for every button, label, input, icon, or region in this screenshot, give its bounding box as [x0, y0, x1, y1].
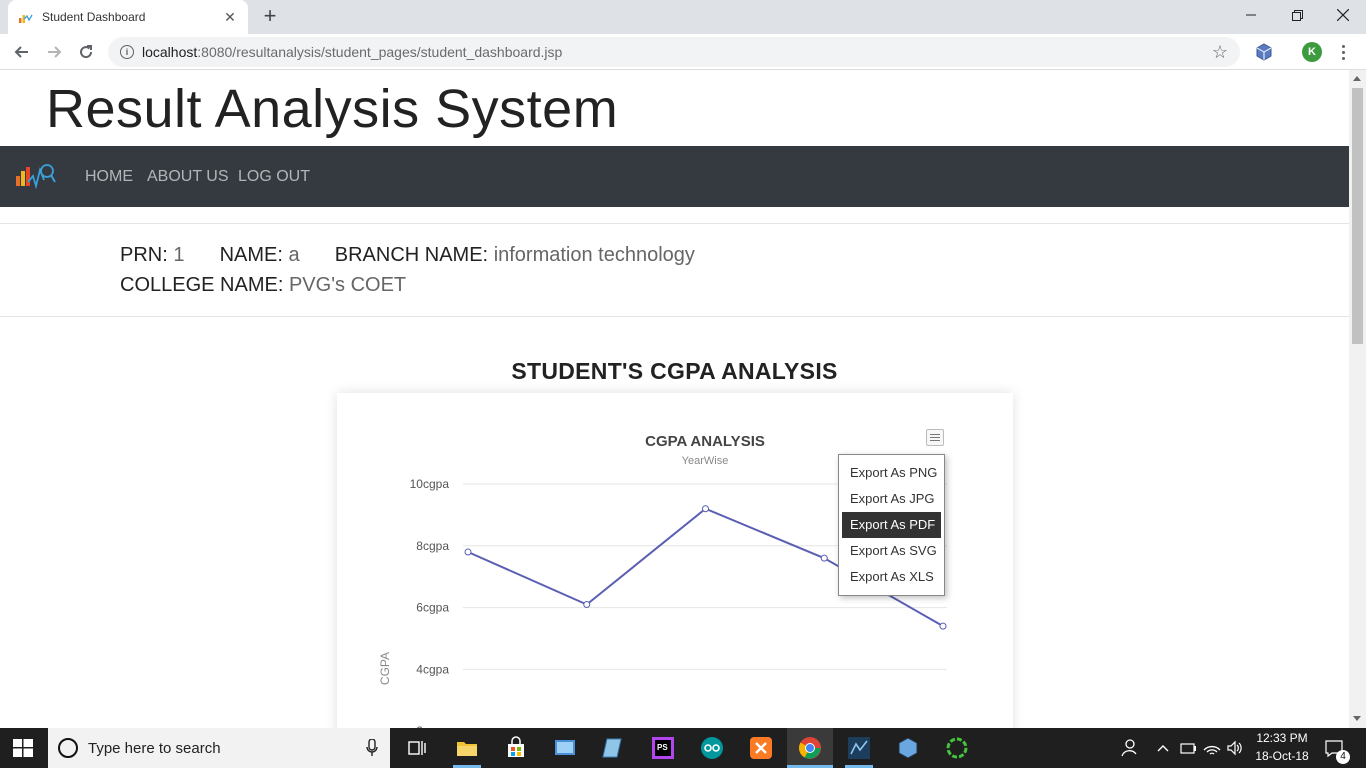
- chart-title: CGPA ANALYSIS: [645, 433, 765, 450]
- clock-time[interactable]: 12:33 PM: [1252, 731, 1312, 745]
- main-navbar: HOME ABOUT US LOG OUT: [0, 146, 1349, 207]
- url-host: localhost: [142, 44, 198, 60]
- notification-count-badge: 4: [1336, 750, 1350, 764]
- arrow-right-icon: [48, 46, 62, 58]
- phpstorm-icon[interactable]: PS: [651, 736, 675, 760]
- mysql-workbench-icon[interactable]: [847, 736, 871, 760]
- browser-menu-icon[interactable]: [1338, 40, 1348, 64]
- export-menu-item[interactable]: Export As PNG: [842, 460, 941, 486]
- chart-menu-button[interactable]: [926, 429, 944, 446]
- new-tab-button[interactable]: +: [258, 5, 282, 29]
- prn-label: PRN:: [120, 244, 168, 266]
- profile-avatar[interactable]: K: [1302, 42, 1322, 62]
- notepad-icon[interactable]: [601, 736, 625, 760]
- page-scrollbar[interactable]: [1349, 70, 1366, 728]
- people-icon[interactable]: [1118, 736, 1138, 760]
- college-value: PVG's COET: [288, 274, 407, 296]
- reload-button[interactable]: [74, 40, 98, 64]
- nav-home[interactable]: HOME: [85, 168, 133, 186]
- scroll-down-icon[interactable]: [1353, 716, 1361, 721]
- scroll-up-icon[interactable]: [1353, 76, 1361, 81]
- data-point[interactable]: [702, 505, 709, 513]
- student-info-row: PRN: 1 NAME: a BRANCH NAME: information …: [120, 244, 695, 267]
- y-axis-label: CGPA: [378, 652, 392, 685]
- branch-value: information technology: [493, 244, 695, 266]
- page-content: Result Analysis System HOME ABOUT US LOG…: [0, 70, 1349, 728]
- close-window-button[interactable]: [1320, 0, 1366, 30]
- taskbar-search[interactable]: Type here to search: [48, 728, 390, 768]
- minimize-icon: [1246, 14, 1256, 16]
- tab-title: Student Dashboard: [42, 10, 146, 24]
- bookmark-star-icon[interactable]: ☆: [1212, 42, 1228, 63]
- divider: [0, 316, 1349, 317]
- url-path: :8080/resultanalysis/student_pages/stude…: [197, 44, 563, 60]
- reload-icon: [80, 45, 93, 59]
- divider: [0, 223, 1349, 224]
- chevron-up-icon[interactable]: [1155, 736, 1171, 760]
- y-tick-label: 6cgpa: [416, 601, 449, 615]
- site-title: Result Analysis System: [46, 79, 619, 139]
- clock-date[interactable]: 18-Oct-18: [1252, 749, 1312, 763]
- export-menu: Export As PNG Export As JPG Export As PDF E…: [838, 454, 945, 596]
- xampp-icon[interactable]: [749, 736, 773, 760]
- site-info-icon[interactable]: i: [120, 45, 134, 59]
- chrome-icon[interactable]: [798, 736, 822, 760]
- browser-tab[interactable]: Student Dashboard ✕: [8, 0, 248, 34]
- export-menu-item[interactable]: Export As SVG: [842, 538, 941, 564]
- volume-icon[interactable]: [1226, 736, 1244, 760]
- chart-section-heading: STUDENT'S CGPA ANALYSIS: [511, 358, 838, 384]
- y-tick-label: 4cgpa: [416, 662, 449, 676]
- forward-button[interactable]: [42, 40, 66, 64]
- cortana-circle-icon: [58, 738, 78, 758]
- store-icon[interactable]: [504, 736, 528, 760]
- site-logo-icon[interactable]: [14, 160, 56, 192]
- browser-tab-strip: Student Dashboard ✕ +: [0, 0, 1366, 34]
- college-info-row: COLLEGE NAME: PVG's COET: [120, 274, 406, 297]
- arrow-left-icon: [14, 46, 28, 58]
- sync-app-icon[interactable]: [945, 736, 969, 760]
- college-label: COLLEGE NAME:: [120, 274, 284, 296]
- data-point[interactable]: [939, 622, 947, 630]
- site-favicon-icon: [19, 14, 33, 23]
- scroll-thumb[interactable]: [1352, 88, 1363, 344]
- control-panel-icon[interactable]: [553, 736, 577, 760]
- arduino-icon[interactable]: [700, 736, 724, 760]
- export-menu-item[interactable]: Export As PDF: [842, 512, 941, 538]
- export-menu-item[interactable]: Export As JPG: [842, 486, 941, 512]
- restore-icon: [1291, 9, 1303, 21]
- svg-text:PS: PS: [657, 743, 668, 752]
- windows-start-icon[interactable]: [13, 739, 33, 757]
- search-placeholder: Type here to search: [88, 739, 221, 757]
- battery-icon[interactable]: [1179, 736, 1197, 760]
- close-icon: [1337, 9, 1349, 21]
- browser-toolbar: i localhost:8080/resultanalysis/student_…: [0, 34, 1366, 70]
- data-point[interactable]: [820, 554, 828, 562]
- windows-taskbar: Type here to search PS 12:33 PM 18-Oct-1…: [0, 728, 1366, 768]
- export-menu-item[interactable]: Export As XLS: [842, 564, 941, 590]
- address-bar[interactable]: i localhost:8080/resultanalysis/student_…: [108, 37, 1240, 67]
- extension-cube-icon[interactable]: [1254, 42, 1274, 62]
- chart-card: 2cgpa4cgpa6cgpa8cgpa10cgpaCGPA CGPA ANAL…: [337, 393, 1013, 728]
- wifi-icon[interactable]: [1202, 736, 1222, 760]
- virtualbox-icon[interactable]: [896, 736, 920, 760]
- back-button[interactable]: [10, 40, 34, 64]
- file-explorer-icon[interactable]: [455, 736, 479, 760]
- nav-log-out[interactable]: LOG OUT: [238, 168, 310, 186]
- task-view-icon[interactable]: [405, 736, 429, 760]
- nav-about-us[interactable]: ABOUT US: [147, 168, 229, 186]
- data-point[interactable]: [583, 601, 591, 609]
- minimize-button[interactable]: [1228, 0, 1274, 30]
- name-label: NAME:: [219, 244, 283, 266]
- branch-label: BRANCH NAME:: [334, 244, 489, 266]
- restore-button[interactable]: [1274, 0, 1320, 30]
- y-tick-label: 10cgpa: [410, 477, 450, 491]
- data-point[interactable]: [464, 548, 472, 556]
- microphone-icon[interactable]: [366, 739, 378, 757]
- tab-close-icon[interactable]: ✕: [222, 9, 238, 26]
- chart-subtitle: YearWise: [681, 455, 729, 467]
- y-tick-label: 8cgpa: [416, 539, 449, 553]
- prn-value: 1: [173, 244, 185, 266]
- name-value: a: [288, 244, 300, 266]
